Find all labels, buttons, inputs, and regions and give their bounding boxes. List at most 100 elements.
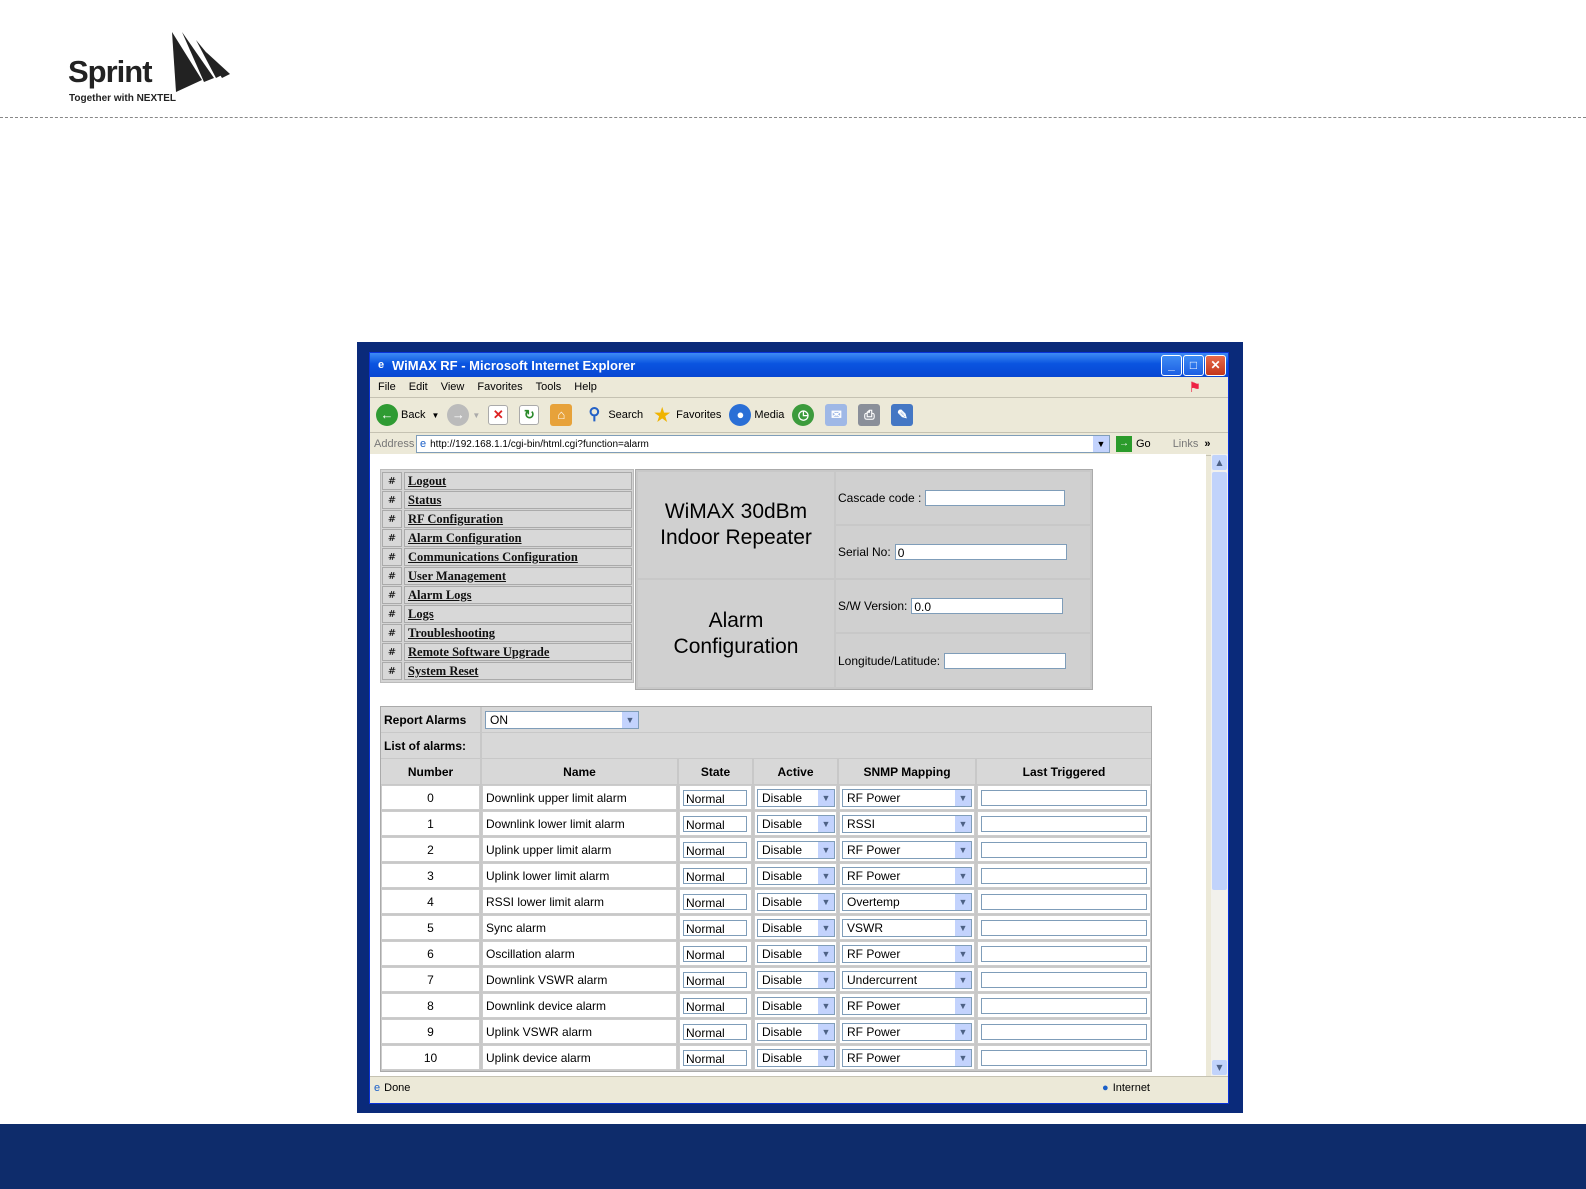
go-button[interactable]: → Go bbox=[1116, 436, 1151, 452]
edit-button[interactable]: ✎ bbox=[891, 404, 916, 426]
alarm-active-select[interactable]: Disable ▼ bbox=[757, 814, 835, 833]
nav-link-system-reset[interactable]: System Reset bbox=[404, 662, 632, 680]
alarm-snmp-select[interactable]: RF Power ▼ bbox=[842, 788, 972, 807]
alarm-snmp-select[interactable]: RF Power ▼ bbox=[842, 996, 972, 1015]
alarm-snmp-select[interactable]: RF Power ▼ bbox=[842, 840, 972, 859]
alarm-state-field[interactable]: Normal bbox=[683, 789, 747, 806]
alarm-state-field[interactable]: Normal bbox=[683, 815, 747, 832]
alarm-active-select[interactable]: Disable ▼ bbox=[757, 866, 835, 885]
alarm-state-field[interactable]: Normal bbox=[683, 997, 747, 1014]
alarm-state-field[interactable]: Normal bbox=[683, 1049, 747, 1066]
alarm-snmp-select[interactable]: RF Power ▼ bbox=[842, 1048, 972, 1067]
nav-link-remote-software-upgrade[interactable]: Remote Software Upgrade bbox=[404, 643, 632, 661]
search-button[interactable]: ⚲ Search bbox=[583, 404, 643, 426]
alarm-active-select[interactable]: Disable ▼ bbox=[757, 944, 835, 963]
alarm-last-triggered-field[interactable] bbox=[981, 893, 1147, 910]
alarm-active-select[interactable]: Disable ▼ bbox=[757, 840, 835, 859]
nav-link-user-management[interactable]: User Management bbox=[404, 567, 632, 585]
alarm-last-triggered-field[interactable] bbox=[981, 1049, 1147, 1066]
lon-lat-input[interactable] bbox=[944, 652, 1067, 669]
nav-link-communications-configuration[interactable]: Communications Configuration bbox=[404, 548, 632, 566]
nav-link-alarm-configuration[interactable]: Alarm Configuration bbox=[404, 529, 632, 547]
forward-dropdown-icon[interactable]: ▼ bbox=[472, 411, 480, 420]
menu-favorites[interactable]: Favorites bbox=[477, 381, 522, 393]
media-button[interactable]: ● Media bbox=[729, 404, 784, 426]
history-button[interactable]: ◷ bbox=[792, 404, 817, 426]
mail-button[interactable]: ✉ bbox=[825, 404, 850, 426]
alarm-state-field[interactable]: Normal bbox=[683, 971, 747, 988]
links-button[interactable]: Links bbox=[1173, 438, 1199, 450]
alarm-snmp-select[interactable]: RF Power ▼ bbox=[842, 1022, 972, 1041]
cascade-code-input[interactable] bbox=[925, 490, 1066, 506]
alarm-last-triggered-field[interactable] bbox=[981, 919, 1147, 936]
alarm-last-triggered-field[interactable] bbox=[981, 867, 1147, 884]
report-alarms-select[interactable]: ON ▼ bbox=[485, 710, 639, 729]
nav-link-rf-configuration[interactable]: RF Configuration bbox=[404, 510, 632, 528]
scroll-down-icon[interactable]: ▼ bbox=[1212, 1060, 1227, 1075]
alarm-state-field[interactable]: Normal bbox=[683, 945, 747, 962]
print-button[interactable]: ⎙ bbox=[858, 404, 883, 426]
close-button[interactable]: ✕ bbox=[1205, 355, 1226, 376]
nav-link-troubleshooting[interactable]: Troubleshooting bbox=[404, 624, 632, 642]
home-button[interactable]: ⌂ bbox=[550, 404, 575, 426]
alarm-last-triggered-field[interactable] bbox=[981, 789, 1147, 806]
address-dropdown-icon[interactable]: ▼ bbox=[1093, 436, 1109, 452]
menu-edit[interactable]: Edit bbox=[409, 381, 428, 393]
alarm-active-value: Disable bbox=[762, 842, 803, 857]
menu-tools[interactable]: Tools bbox=[536, 381, 562, 393]
favorites-button[interactable]: ★ Favorites bbox=[651, 404, 721, 426]
menu-view[interactable]: View bbox=[441, 381, 465, 393]
alarm-last-triggered-field[interactable] bbox=[981, 971, 1147, 988]
alarm-last-triggered-field[interactable] bbox=[981, 997, 1147, 1014]
alarm-state-field[interactable]: Normal bbox=[683, 893, 747, 910]
sw-version-input[interactable]: 0.0 bbox=[911, 598, 1064, 614]
nav-link-alarm-logs[interactable]: Alarm Logs bbox=[404, 586, 632, 604]
serial-no-input[interactable]: 0 bbox=[894, 544, 1067, 560]
nav-link-logs[interactable]: Logs bbox=[404, 605, 632, 623]
alarm-active-select[interactable]: Disable ▼ bbox=[757, 788, 835, 807]
menu-file[interactable]: File bbox=[378, 381, 396, 393]
address-label: Address bbox=[374, 438, 415, 450]
alarm-state-field[interactable]: Normal bbox=[683, 867, 747, 884]
alarm-state-field[interactable]: Normal bbox=[683, 919, 747, 936]
vertical-scrollbar[interactable]: ▲ ▼ bbox=[1211, 454, 1228, 1076]
alarm-active-select[interactable]: Disable ▼ bbox=[757, 1022, 835, 1041]
alarm-snmp-select[interactable]: RF Power ▼ bbox=[842, 944, 972, 963]
menu-help[interactable]: Help bbox=[574, 381, 597, 393]
scroll-up-icon[interactable]: ▲ bbox=[1212, 455, 1227, 470]
back-button[interactable]: ← Back ▼ bbox=[376, 404, 439, 426]
nav-link-logout[interactable]: Logout bbox=[404, 472, 632, 490]
serial-no-row: Serial No: 0 bbox=[836, 526, 1090, 578]
scroll-thumb[interactable] bbox=[1212, 472, 1227, 890]
alarm-snmp-select[interactable]: RF Power ▼ bbox=[842, 866, 972, 885]
alarm-state-field[interactable]: Normal bbox=[683, 841, 747, 858]
alarm-last-triggered-field[interactable] bbox=[981, 815, 1147, 832]
alarm-state-field[interactable]: Normal bbox=[683, 1023, 747, 1040]
chevron-down-icon: ▼ bbox=[955, 919, 971, 936]
alarm-last-triggered-field[interactable] bbox=[981, 945, 1147, 962]
alarm-last-triggered-field[interactable] bbox=[981, 841, 1147, 858]
alarm-active-select[interactable]: Disable ▼ bbox=[757, 918, 835, 937]
alarm-active-select[interactable]: Disable ▼ bbox=[757, 996, 835, 1015]
alarm-snmp-select[interactable]: RSSI ▼ bbox=[842, 814, 972, 833]
alarm-snmp-select[interactable]: Overtemp ▼ bbox=[842, 892, 972, 911]
alarm-last-triggered-field[interactable] bbox=[981, 1023, 1147, 1040]
alarm-snmp-select[interactable]: Undercurrent ▼ bbox=[842, 970, 972, 989]
back-dropdown-icon[interactable]: ▼ bbox=[431, 411, 439, 420]
alarm-active-select[interactable]: Disable ▼ bbox=[757, 1048, 835, 1067]
alarm-active-select[interactable]: Disable ▼ bbox=[757, 970, 835, 989]
chevron-down-icon: ▼ bbox=[818, 815, 834, 832]
alarm-active-select[interactable]: Disable ▼ bbox=[757, 892, 835, 911]
nav-bullet: # bbox=[382, 510, 402, 528]
stop-button[interactable]: ✕ bbox=[488, 405, 511, 425]
forward-button[interactable]: → ▼ bbox=[447, 404, 480, 426]
refresh-button[interactable]: ↻ bbox=[519, 405, 542, 425]
nav-link-status[interactable]: Status bbox=[404, 491, 632, 509]
status-bar: e Done ● Internet bbox=[370, 1076, 1228, 1099]
maximize-button[interactable]: □ bbox=[1183, 355, 1204, 376]
alarm-snmp-select[interactable]: VSWR ▼ bbox=[842, 918, 972, 937]
media-globe-icon: ● bbox=[729, 404, 752, 426]
minimize-button[interactable]: _ bbox=[1161, 355, 1182, 376]
links-chevron-icon[interactable]: » bbox=[1204, 438, 1210, 450]
address-input[interactable]: e http://192.168.1.1/cgi-bin/html.cgi?fu… bbox=[416, 435, 1110, 453]
